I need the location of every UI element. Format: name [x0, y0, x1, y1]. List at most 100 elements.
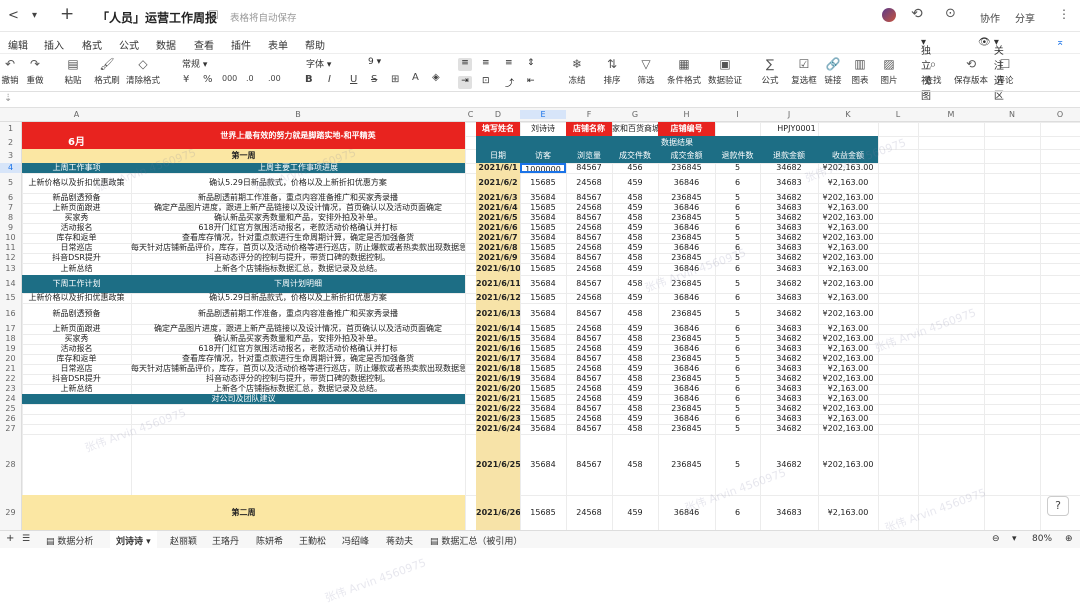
data-cell[interactable]: 36846 [658, 364, 715, 374]
data-cell[interactable]: 24568 [566, 324, 612, 334]
data-cell[interactable]: 236845 [658, 334, 715, 344]
formula-button[interactable]: ∑ 公式 [758, 56, 782, 86]
section-header[interactable]: 对公司及团队建议 [22, 394, 465, 404]
date-cell[interactable]: 2021/6/23 [476, 414, 520, 424]
data-cell[interactable]: 34683 [760, 495, 818, 530]
date-cell[interactable]: 2021/6/21 [476, 394, 520, 404]
date-cell[interactable]: 2021/6/25 [476, 434, 520, 495]
label-store[interactable]: 店铺名称 [566, 122, 612, 136]
strikethrough-button[interactable]: S [371, 74, 377, 85]
data-cell[interactable]: 5 [715, 334, 760, 344]
data-cell[interactable]: 34683 [760, 384, 818, 394]
data-cell[interactable]: 15685 [520, 344, 566, 354]
data-cell[interactable]: 34683 [760, 344, 818, 354]
menu-format[interactable]: 格式 [82, 37, 102, 52]
data-cell[interactable]: 84567 [566, 193, 612, 203]
thousands-button[interactable]: 000 [222, 74, 237, 83]
data-cell[interactable]: 36846 [658, 495, 715, 530]
data-cell[interactable]: 34682 [760, 213, 818, 223]
data-cell[interactable]: 34683 [760, 203, 818, 213]
data-cell[interactable]: 459 [612, 394, 658, 404]
row-header[interactable]: 3 [0, 149, 22, 163]
data-cell[interactable]: 36846 [658, 223, 715, 233]
column-header[interactable]: K [818, 110, 878, 119]
row-header[interactable]: 4 [0, 163, 22, 173]
data-cell[interactable]: 459 [612, 243, 658, 253]
wrap-text-icon[interactable]: ⇥ [458, 76, 472, 89]
plan-item[interactable]: 上新总结 [22, 384, 131, 394]
data-cell[interactable]: 458 [612, 334, 658, 344]
data-cell[interactable]: ¥2,163.00 [818, 364, 878, 374]
menu-plugins[interactable]: 插件 [231, 37, 251, 52]
column-header[interactable]: B [131, 110, 465, 119]
value-store[interactable]: 家和百货商城 [612, 122, 658, 136]
data-cell[interactable]: 34683 [760, 293, 818, 303]
value-store-no[interactable]: HPJY0001 [715, 122, 878, 136]
plan-detail[interactable]: 每天针对店铺新品评价，库存，首页以及活动价格等进行巡店，防止爆款或者热卖款出现数… [131, 364, 465, 374]
plan-item[interactable]: 上新页面跟进 [22, 324, 131, 334]
data-cell[interactable]: 84567 [566, 404, 612, 414]
data-cell[interactable]: 6 [715, 203, 760, 213]
date-cell[interactable]: 2021/6/18 [476, 364, 520, 374]
column-header[interactable]: F [566, 110, 612, 119]
column-header[interactable]: H [658, 110, 715, 119]
date-cell[interactable]: 2021/6/22 [476, 404, 520, 414]
format-painter-button[interactable]: 🖌 格式刷 [92, 56, 122, 86]
task-detail[interactable]: 每天针对店铺新品评价，库存，首页以及活动价格等进行巡店，防止爆款或者热卖款出现数… [131, 243, 465, 253]
row-header[interactable]: 28 [0, 434, 22, 495]
sheet-tab[interactable]: 王勤松 [299, 534, 326, 547]
save-version-button[interactable]: ⟲ 保存版本 [952, 56, 990, 86]
conditional-format-button[interactable]: ▦ 条件格式 [664, 56, 704, 86]
data-cell[interactable]: ¥202,163.00 [818, 374, 878, 384]
column-header[interactable]: M [918, 110, 984, 119]
data-cell[interactable]: 15685 [520, 384, 566, 394]
column-header[interactable]: G [612, 110, 658, 119]
task-item[interactable]: 上新总结 [22, 263, 131, 275]
data-cell[interactable]: 24568 [566, 384, 612, 394]
data-cell[interactable]: 34683 [760, 414, 818, 424]
column-title[interactable]: 日期 [476, 149, 520, 163]
data-cell[interactable]: 6 [715, 324, 760, 334]
data-cell[interactable]: 34682 [760, 334, 818, 344]
data-cell[interactable]: 458 [612, 275, 658, 293]
data-cell[interactable]: 236845 [658, 404, 715, 414]
data-cell[interactable]: 459 [612, 223, 658, 233]
avatar[interactable] [882, 8, 896, 22]
help-button[interactable]: ? [1047, 496, 1069, 516]
week-label[interactable]: 第一周 [22, 149, 465, 163]
data-cell[interactable]: ¥2,163.00 [818, 203, 878, 213]
task-detail[interactable]: 上新各个店铺指标数据汇总，数据记录及总结。 [131, 263, 465, 275]
data-cell[interactable]: 84567 [566, 354, 612, 364]
data-validation-button[interactable]: ▣ 数据验证 [705, 56, 745, 86]
column-header[interactable]: D [476, 110, 520, 119]
column-header[interactable]: C [465, 110, 476, 119]
spreadsheet-grid[interactable]: 6月 世界上最有效的努力就是脚踏实地-和平精英 第一周 上周工作事项 上周主要工作事项进… [22, 122, 1080, 605]
row-header[interactable]: 1 [0, 122, 22, 136]
menu-edit[interactable]: 编辑 [8, 37, 28, 52]
data-cell[interactable]: 6 [715, 293, 760, 303]
data-cell[interactable]: 24568 [566, 203, 612, 213]
data-cell[interactable]: 24568 [566, 263, 612, 275]
plan-detail[interactable]: 新品剧透前期工作准备，重点内容准备推广和买家秀录播 [131, 303, 465, 324]
data-cell[interactable]: 34682 [760, 303, 818, 324]
data-cell[interactable]: 36846 [658, 243, 715, 253]
sheet-tab[interactable]: 王珞丹 [212, 534, 239, 547]
align-center-icon[interactable]: ≡ [482, 58, 490, 68]
plan-detail[interactable]: 上新各个店铺指标数据汇总，数据记录及总结。 [131, 384, 465, 394]
font-size-select[interactable]: 9 ▾ [368, 57, 381, 67]
row-header[interactable]: 6 [0, 193, 22, 203]
section-header[interactable]: 下周计划明细 [131, 275, 465, 293]
row-header[interactable]: 10 [0, 233, 22, 243]
history-icon[interactable]: ⟲ [911, 6, 923, 22]
data-cell[interactable]: 458 [612, 253, 658, 263]
data-cell[interactable]: 458 [612, 303, 658, 324]
row-header[interactable]: 26 [0, 414, 22, 424]
row-header[interactable]: 18 [0, 334, 22, 344]
zoom-out-button[interactable]: ⊖ [992, 534, 1000, 544]
plan-item[interactable]: 活动报名 [22, 344, 131, 354]
date-cell[interactable]: 2021/6/14 [476, 324, 520, 334]
data-cell[interactable]: 236845 [658, 233, 715, 243]
data-cell[interactable]: 34682 [760, 374, 818, 384]
data-cell[interactable]: 35684 [520, 434, 566, 495]
data-cell[interactable]: ¥202,163.00 [818, 253, 878, 263]
